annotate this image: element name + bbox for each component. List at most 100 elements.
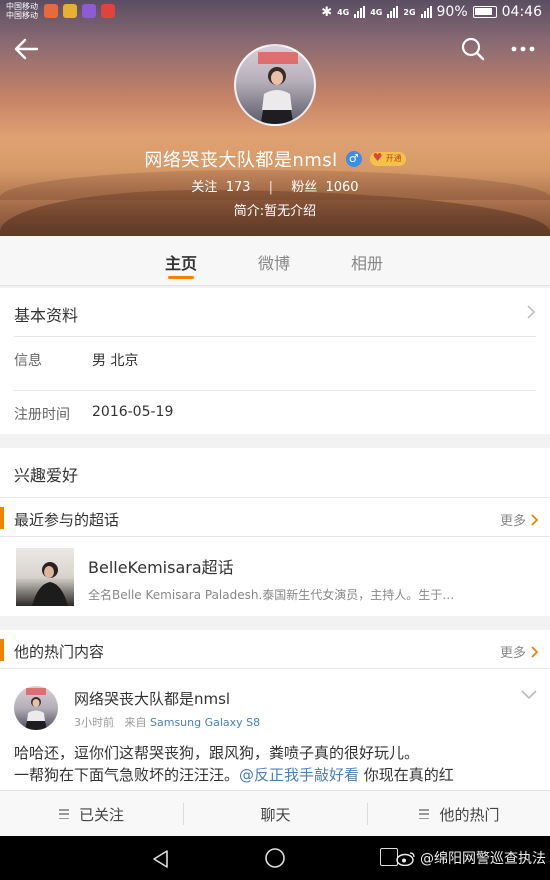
- followers-label: 粉丝: [291, 180, 318, 195]
- topic-name[interactable]: BelleKemisara超话: [88, 554, 234, 578]
- tab-home[interactable]: 主页: [165, 250, 197, 274]
- battery-icon: [472, 6, 497, 18]
- more-label: 更多: [499, 514, 526, 529]
- interests-card: 兴趣爱好: [0, 448, 550, 498]
- hot-content-card: 他的热门内容 更多 网络哭丧大队都是nmsl 3小时前 来自 Samsung G…: [0, 630, 550, 790]
- post-mention-link[interactable]: @反正我手敲好看: [239, 766, 359, 784]
- male-gender-icon: ♂: [345, 151, 362, 167]
- profile-username: 网络哭丧大队都是nmsl: [144, 150, 338, 171]
- registration-date-label: 注册时间: [14, 407, 70, 423]
- tab-album[interactable]: 相册: [351, 250, 383, 274]
- watermark: @绵阳网警巡查执法: [396, 848, 546, 868]
- post-text-segment: 一帮狗在下面气急败坏的汪汪汪。: [14, 766, 240, 784]
- system-navigation-bar: @绵阳网警巡查执法: [0, 836, 550, 880]
- menu-icon: [58, 809, 69, 819]
- notification-icons: [44, 4, 115, 18]
- following-stat[interactable]: 关注 173: [191, 180, 250, 195]
- app-notification-icon: [101, 4, 115, 18]
- signal-icon: [420, 6, 432, 18]
- chevron-down-icon[interactable]: [520, 688, 538, 702]
- battery-percent: 90%: [436, 4, 468, 20]
- stats-separator: |: [268, 180, 274, 195]
- profile-bio: 简介:暂无介绍: [233, 204, 317, 219]
- profile-avatar[interactable]: [234, 44, 316, 126]
- topic-description: 全名Belle Kemisara Paladesh.泰国新生代女演员，主持人。生…: [88, 588, 455, 602]
- avatar-photo: [25, 688, 47, 730]
- followers-count: 1060: [325, 180, 359, 195]
- chevron-right-icon: [531, 645, 539, 658]
- status-indicators: ✱ 4G 4G 2G 90% 04:46: [321, 4, 542, 20]
- post-source: Samsung Galaxy S8: [150, 716, 261, 729]
- super-topics-more-link[interactable]: 更多: [500, 510, 540, 529]
- post-from-label: 来自: [124, 716, 147, 729]
- nav-back-icon[interactable]: [150, 848, 172, 870]
- signal-icon: [387, 6, 399, 18]
- super-topics-card: 最近参与的超话 更多 BelleKemisara超话 全名Belle Kemis…: [0, 498, 550, 616]
- more-label: 更多: [499, 646, 526, 661]
- profile-header: 中国移动 中国移动 ✱ 4G 4G 2G 90% 04:46 网络哭丧大队都是n…: [0, 0, 550, 236]
- registration-date-value: 2016-05-19: [92, 404, 174, 420]
- post-author-avatar[interactable]: [14, 686, 58, 730]
- chat-label: 聊天: [260, 805, 291, 824]
- vip-badge[interactable]: 开通: [369, 151, 406, 166]
- interests-title: 兴趣爱好: [14, 466, 79, 485]
- clock: 04:46: [501, 4, 542, 20]
- watermark-text: @绵阳网警巡查执法: [420, 851, 546, 867]
- chevron-right-icon: [531, 513, 539, 526]
- section-accent-bar: [0, 507, 4, 529]
- profile-stats: 关注 173 | 粉丝 1060: [0, 176, 550, 195]
- network-type-3: 2G: [403, 7, 416, 17]
- back-arrow-icon[interactable]: [10, 34, 42, 64]
- hot-content-more-link[interactable]: 更多: [500, 642, 540, 661]
- info-label: 信息: [14, 353, 42, 369]
- chat-button[interactable]: 聊天: [184, 791, 367, 837]
- network-type-2: 4G: [370, 7, 383, 17]
- topic-thumbnail[interactable]: [16, 548, 74, 606]
- profile-tabs: 主页 微博 相册: [0, 236, 550, 286]
- active-tab-indicator: [168, 276, 194, 279]
- hot-content-title: 他的热门内容: [14, 643, 105, 661]
- post-meta: 3小时前 来自 Samsung Galaxy S8: [74, 714, 260, 730]
- post-text-line-1: 哈哈还，逗你们这帮哭丧狗，跟风狗，粪喷子真的很好玩儿。: [14, 744, 420, 762]
- profile-action-bar: 已关注 聊天 他的热门: [0, 790, 550, 836]
- section-accent-bar: [0, 639, 4, 661]
- more-options-icon[interactable]: [508, 34, 538, 64]
- network-type-1: 4G: [337, 7, 350, 17]
- post-time: 3小时前: [74, 716, 114, 729]
- post-author-name[interactable]: 网络哭丧大队都是nmsl: [74, 688, 230, 709]
- following-label: 关注: [191, 180, 218, 195]
- search-icon[interactable]: [458, 34, 488, 64]
- following-count: 173: [225, 180, 251, 195]
- carrier-2: 中国移动: [6, 11, 38, 20]
- divider: [14, 336, 536, 337]
- basic-info-card[interactable]: 基本资料 信息 男 北京 注册时间 2016-05-19: [0, 288, 550, 434]
- post-text-segment: 你现在真的红: [359, 766, 454, 784]
- divider: [14, 390, 536, 391]
- info-value: 男 北京: [92, 353, 139, 369]
- his-hot-button[interactable]: 他的热门: [368, 791, 550, 837]
- menu-icon: [419, 809, 430, 819]
- app-notification-icon: [44, 4, 58, 18]
- bluetooth-icon: ✱: [321, 4, 333, 20]
- super-topics-title: 最近参与的超话: [14, 511, 120, 529]
- status-bar: 中国移动 中国移动 ✱ 4G 4G 2G 90% 04:46: [0, 0, 550, 26]
- carrier-1: 中国移动: [6, 2, 38, 11]
- carrier-labels: 中国移动 中国移动: [6, 2, 38, 20]
- weibo-logo-icon: [396, 852, 415, 866]
- followers-stat[interactable]: 粉丝 1060: [291, 180, 358, 195]
- divider: [0, 668, 550, 669]
- chevron-right-icon: [527, 305, 536, 319]
- avatar-photo: [258, 52, 298, 124]
- tab-weibo[interactable]: 微博: [258, 250, 290, 274]
- nav-home-icon[interactable]: [264, 847, 286, 869]
- followed-label: 已关注: [78, 805, 124, 824]
- divider: [0, 536, 550, 537]
- post-text-line-2: 一帮狗在下面气急败坏的汪汪汪。@反正我手敲好看 你现在真的红: [14, 764, 538, 786]
- his-hot-label: 他的热门: [439, 805, 500, 824]
- followed-button[interactable]: 已关注: [0, 791, 183, 837]
- signal-icon: [354, 6, 366, 18]
- topic-photo: [32, 562, 68, 606]
- post-body[interactable]: 哈哈还，逗你们这帮哭丧狗，跟风狗，粪喷子真的很好玩儿。 一帮狗在下面气急败坏的汪…: [14, 742, 538, 786]
- username-row: 网络哭丧大队都是nmsl ♂ 开通: [0, 146, 550, 172]
- basic-info-title: 基本资料: [14, 306, 79, 325]
